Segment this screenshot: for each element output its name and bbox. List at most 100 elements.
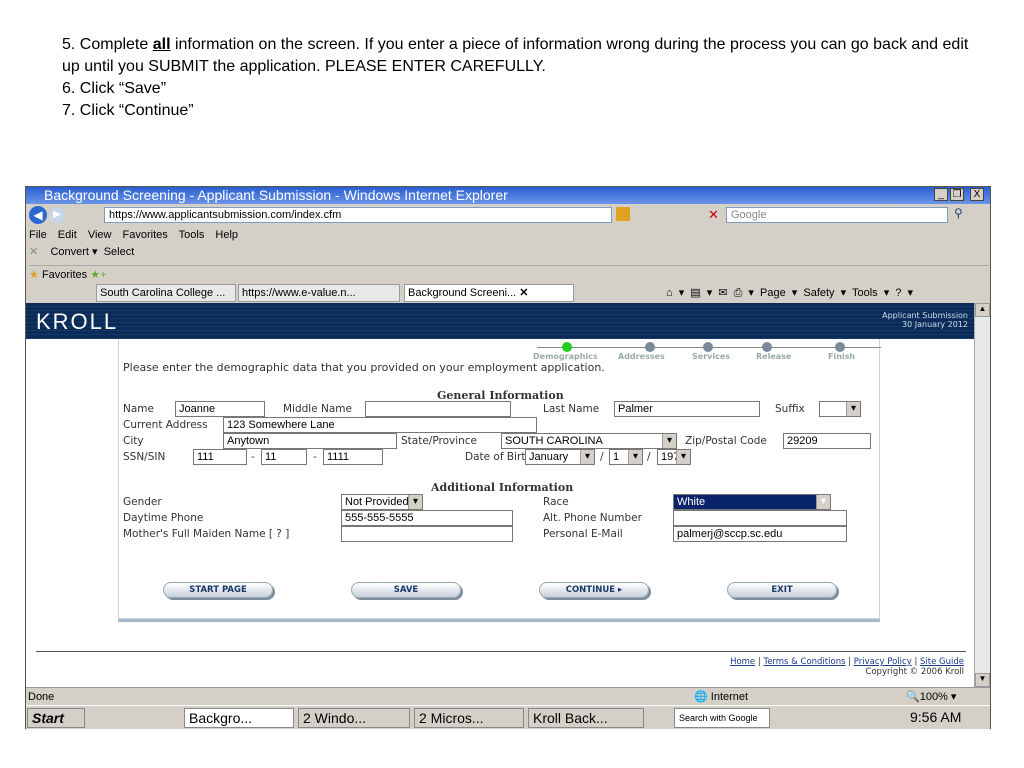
step-addresses: Addresses — [618, 352, 665, 361]
tab-background-screening[interactable]: Background Screeni... ✕ — [404, 284, 574, 302]
search-icon[interactable]: ⚲ — [954, 206, 963, 220]
menu-file[interactable]: File — [29, 229, 47, 241]
ssn-part1-input[interactable]: 111 — [193, 449, 247, 465]
zip-input[interactable]: 29209 — [783, 433, 871, 449]
menu-favorites[interactable]: Favorites — [123, 229, 168, 241]
first-name-input[interactable]: Joanne — [175, 401, 265, 417]
safety-menu[interactable]: Safety — [803, 287, 834, 299]
close-button[interactable]: X — [970, 188, 984, 201]
middle-name-label: Middle Name — [283, 403, 352, 415]
dob-day-select[interactable]: 1 — [609, 449, 643, 465]
home-link[interactable]: Home — [730, 657, 755, 667]
suffix-label: Suffix — [775, 403, 805, 415]
maiden-name-input[interactable] — [341, 526, 513, 542]
save-button[interactable]: SAVE — [351, 582, 461, 598]
stop-icon[interactable]: ✕ — [708, 207, 719, 223]
minimize-button[interactable]: _ — [934, 188, 948, 201]
copyright: Copyright © 2006 Kroll — [865, 667, 964, 677]
ssn-part3-input[interactable]: 1111 — [323, 449, 383, 465]
back-icon[interactable]: ◀ — [29, 206, 47, 224]
page-scrollbar[interactable]: ▲ ▼ — [974, 303, 990, 687]
address-label: Current Address — [123, 419, 208, 431]
taskbar-item-kroll[interactable]: Kroll Back... — [528, 708, 644, 728]
status-text: Done — [28, 691, 55, 703]
start-page-button[interactable]: START PAGE — [163, 582, 273, 598]
gender-select[interactable]: Not Provided — [341, 494, 423, 510]
star-icon: ★ — [29, 269, 39, 281]
search-input[interactable]: Google — [726, 207, 948, 223]
start-button[interactable]: Start — [27, 708, 85, 728]
state-select[interactable]: SOUTH CAROLINA — [501, 433, 677, 449]
last-name-input[interactable]: Palmer — [614, 401, 760, 417]
step-services: Services — [692, 352, 731, 361]
status-bar: Done 🌐 Internet 🔍100% ▾ — [26, 687, 990, 705]
header-subtitle: Applicant Submission — [882, 311, 968, 320]
menu-tools[interactable]: Tools — [179, 229, 205, 241]
taskbar-search[interactable]: Search with Google — [674, 708, 770, 728]
taskbar-item-windows[interactable]: 2 Windo... — [298, 708, 410, 728]
zone-indicator: 🌐 Internet — [694, 691, 749, 703]
header-date: 30 January 2012 — [902, 320, 968, 329]
slash: / — [647, 451, 651, 463]
convert-button[interactable]: Convert ▾ — [50, 246, 97, 258]
state-label: State/Province — [401, 435, 478, 447]
phone-label: Daytime Phone — [123, 512, 204, 524]
instr-text: information on the screen. If you enter … — [62, 36, 969, 75]
tools-menu[interactable]: Tools — [852, 287, 878, 299]
step-finish: Finish — [828, 352, 856, 361]
race-select[interactable]: White — [673, 494, 831, 510]
continue-button[interactable]: CONTINUE ▸ — [539, 582, 649, 598]
lock-icon[interactable] — [616, 207, 630, 221]
alt-phone-input[interactable] — [673, 510, 847, 526]
tab-e-value[interactable]: https://www.e-value.n... — [238, 284, 400, 302]
gender-label: Gender — [123, 496, 162, 508]
maximize-button[interactable]: ❐ — [950, 188, 964, 201]
terms-link[interactable]: Terms & Conditions — [763, 657, 845, 667]
help-icon[interactable]: ? — [895, 287, 901, 299]
dob-year-select[interactable]: 1970 — [657, 449, 691, 465]
close-toolbar-icon[interactable]: ✕ — [29, 246, 38, 258]
browser-window: Background Screening - Applicant Submiss… — [25, 186, 991, 729]
page-content: Demographics Addresses Services Release … — [26, 339, 974, 687]
menu-help[interactable]: Help — [215, 229, 238, 241]
email-label: Personal E-Mail — [543, 528, 623, 540]
tab-south-carolina[interactable]: South Carolina College ... — [96, 284, 236, 302]
dob-month-select[interactable]: January — [525, 449, 595, 465]
alt-phone-label: Alt. Phone Number — [543, 512, 642, 524]
close-tab-icon[interactable]: ✕ — [519, 287, 528, 299]
taskbar-item-microsoft[interactable]: 2 Micros... — [414, 708, 524, 728]
kroll-header: KROLL Applicant Submission 30 January 201… — [26, 303, 974, 339]
slash: / — [600, 451, 604, 463]
privacy-link[interactable]: Privacy Policy — [854, 657, 912, 667]
site-guide-link[interactable]: Site Guide — [920, 657, 964, 667]
add-favorite-icon[interactable]: ★+ — [90, 269, 106, 281]
intro-text: Please enter the demographic data that y… — [123, 361, 605, 374]
email-input[interactable]: palmerj@sccp.sc.edu — [673, 526, 847, 542]
instructions: 5. Complete all information on the scree… — [62, 34, 982, 122]
page-menu[interactable]: Page — [760, 287, 786, 299]
middle-name-input[interactable] — [365, 401, 511, 417]
maiden-name-label: Mother's Full Maiden Name [ ? ] — [123, 528, 290, 540]
suffix-select[interactable] — [819, 401, 861, 417]
phone-input[interactable]: 555-555-5555 — [341, 510, 513, 526]
menu-edit[interactable]: Edit — [58, 229, 77, 241]
step-release: Release — [756, 352, 792, 361]
address-input[interactable]: 123 Somewhere Lane — [223, 417, 537, 433]
menu-view[interactable]: View — [88, 229, 112, 241]
taskbar-item-browser[interactable]: Backgro... — [184, 708, 294, 728]
ssn-part2-input[interactable]: 11 — [261, 449, 307, 465]
kroll-logo: KROLL — [36, 309, 119, 334]
last-name-label: Last Name — [543, 403, 600, 415]
title-bar: Background Screening - Applicant Submiss… — [26, 187, 990, 204]
city-input[interactable]: Anytown — [223, 433, 397, 449]
instr-step-7: 7. Click “Continue” — [62, 102, 194, 119]
zoom-control[interactable]: 🔍100% ▾ — [906, 688, 956, 706]
forward-icon[interactable]: ▶ — [49, 207, 65, 223]
instr-bold: all — [152, 36, 171, 53]
address-bar[interactable]: https://www.applicantsubmission.com/inde… — [104, 207, 612, 223]
exit-button[interactable]: EXIT — [727, 582, 837, 598]
select-button[interactable]: Select — [104, 246, 135, 258]
dash: - — [251, 451, 255, 463]
favorites-button[interactable]: Favorites — [42, 269, 87, 281]
ssn-label: SSN/SIN — [123, 451, 166, 463]
